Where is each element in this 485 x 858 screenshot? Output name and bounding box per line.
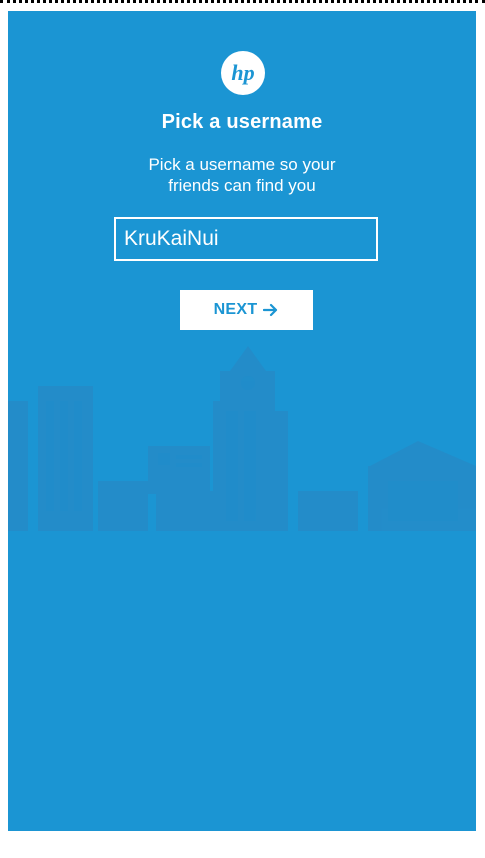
username-input[interactable] xyxy=(114,217,378,261)
hp-logo-text: hp xyxy=(231,60,254,85)
hp-logo-icon: hp xyxy=(221,51,265,95)
next-button-label: NEXT xyxy=(213,301,258,318)
next-button[interactable]: NEXT xyxy=(180,290,313,330)
signup-screen: hp Pick a username Pick a username so yo… xyxy=(8,11,476,831)
page-title: Pick a username xyxy=(161,111,323,133)
arrow-right-icon xyxy=(263,303,278,317)
subtitle-line-1: Pick a username so your xyxy=(148,155,336,174)
page-subtitle: Pick a username so your friends can find… xyxy=(8,154,476,196)
screen-frame: hp Pick a username Pick a username so yo… xyxy=(0,0,485,858)
city-skyline-illustration xyxy=(8,346,476,531)
subtitle-line-2: friends can find you xyxy=(168,176,316,195)
